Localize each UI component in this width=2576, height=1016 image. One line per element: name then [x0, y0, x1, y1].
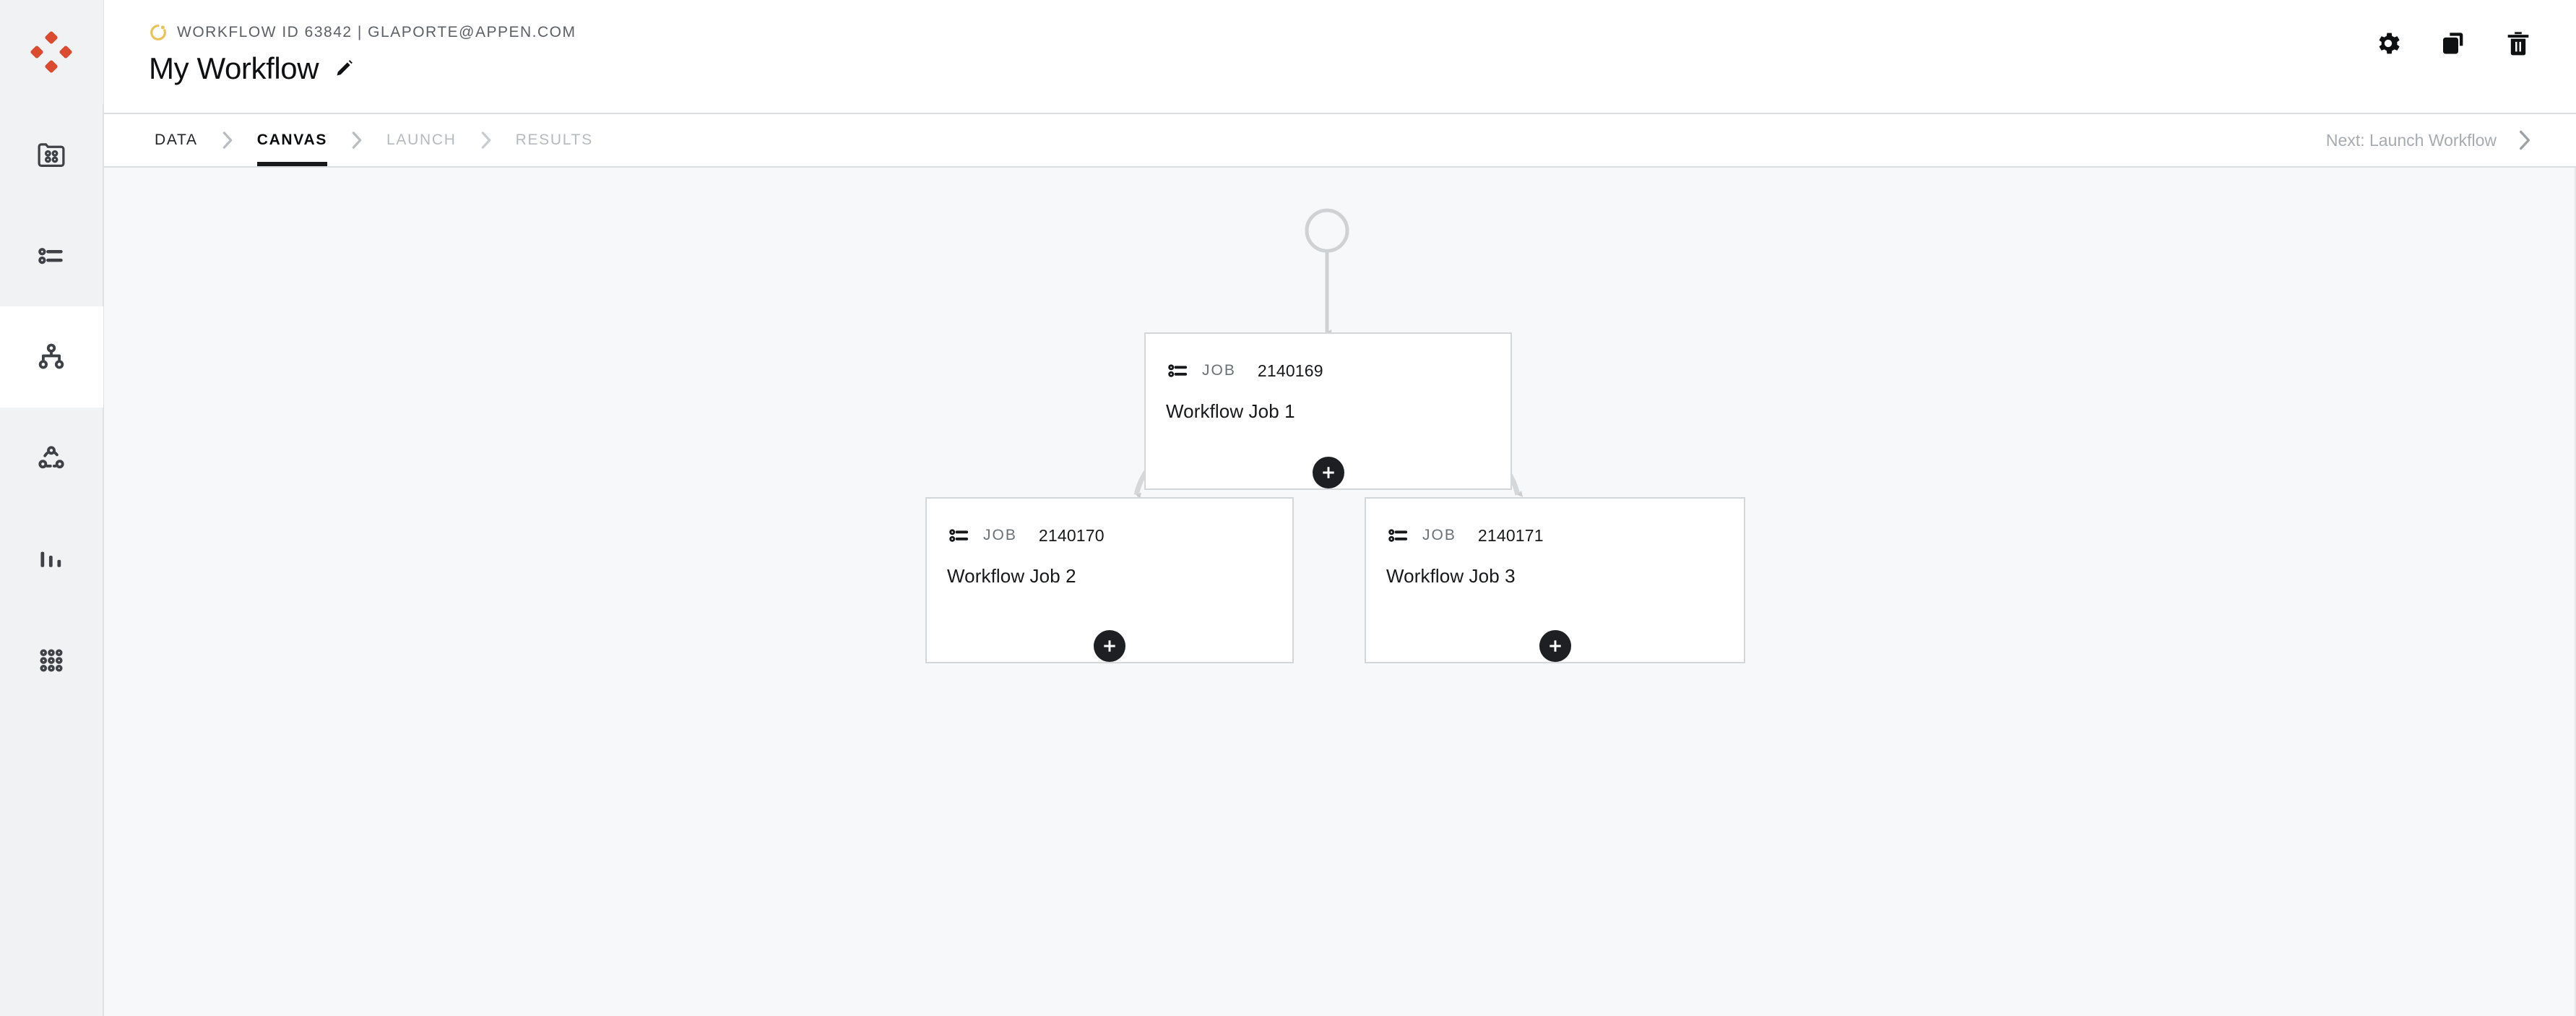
settings-button[interactable] — [2372, 27, 2404, 59]
sidebar-item-workflows[interactable] — [0, 306, 103, 408]
spinner-status-icon — [150, 25, 166, 40]
sidebar-item-jobs[interactable] — [0, 205, 103, 306]
next-step-link[interactable]: Next: Launch Workflow — [2326, 114, 2534, 166]
plus-icon — [1549, 640, 1561, 652]
workflow-meta: WORKFLOW ID 63842 | GLAPORTE@APPEN.COM — [149, 23, 576, 42]
job-list-icon — [1388, 529, 1408, 542]
chevron-right-icon — [2519, 130, 2530, 150]
main-area: WORKFLOW ID 63842 | GLAPORTE@APPEN.COM M… — [104, 0, 2576, 1016]
tab-data[interactable]: DATA — [149, 114, 204, 166]
node-header: JOB 2140170 — [927, 499, 1292, 548]
chevron-right-icon — [481, 132, 490, 149]
tab-canvas[interactable]: CANVAS — [251, 114, 333, 166]
sidebar-item-data[interactable] — [0, 104, 103, 205]
copy-icon — [2443, 33, 2463, 54]
add-step-button-job2[interactable] — [1094, 630, 1125, 662]
tab-results-label: RESULTS — [515, 132, 593, 148]
delete-button[interactable] — [2502, 27, 2534, 59]
appen-logo[interactable] — [0, 0, 103, 104]
sidebar-item-reports[interactable] — [0, 509, 103, 610]
sidebar-item-pipelines[interactable] — [0, 408, 103, 509]
header-actions — [2372, 27, 2534, 59]
step-separator — [333, 114, 381, 166]
appen-diamond-logo-icon — [30, 31, 72, 73]
node-name-label: Workflow Job 2 — [947, 565, 1076, 587]
workflow-node-job3[interactable]: JOB 2140171 Workflow Job 3 — [1365, 497, 1745, 663]
gear-icon — [2379, 33, 2400, 54]
next-step-label: Next: Launch Workflow — [2325, 130, 2497, 150]
step-list: DATA CANVAS LAUNCH RESULTS — [149, 114, 599, 166]
tab-launch[interactable]: LAUNCH — [381, 114, 462, 166]
workflow-node-job2[interactable]: JOB 2140170 Workflow Job 2 — [925, 497, 1294, 663]
job-list-icon — [949, 529, 969, 542]
workflow-meta-text: WORKFLOW ID 63842 | GLAPORTE@APPEN.COM — [177, 24, 576, 40]
node-id-label: 2140169 — [1257, 361, 1323, 380]
data-folder-icon — [38, 143, 65, 167]
workflow-tree-icon — [38, 343, 64, 369]
duplicate-button[interactable] — [2437, 27, 2469, 59]
page-title: My Workflow — [149, 51, 319, 85]
sidebar-item-apps[interactable] — [0, 610, 103, 711]
chevron-right-icon — [222, 132, 233, 149]
node-kind-label: JOB — [1202, 362, 1236, 379]
add-step-button-job3[interactable] — [1539, 630, 1571, 662]
tab-results[interactable]: RESULTS — [510, 114, 599, 166]
tab-launch-label: LAUNCH — [386, 132, 457, 148]
node-id-label: 2140170 — [1038, 525, 1105, 545]
workflow-stepbar: DATA CANVAS LAUNCH RESULTS Next: Launch … — [104, 114, 2576, 168]
edit-title-button[interactable] — [332, 56, 356, 81]
header-left: WORKFLOW ID 63842 | GLAPORTE@APPEN.COM M… — [104, 23, 576, 84]
bar-chart-icon — [40, 551, 61, 567]
workflow-title-row: My Workflow — [149, 53, 576, 84]
plus-icon — [1322, 467, 1334, 478]
node-kind-label: JOB — [1422, 527, 1456, 543]
left-nav-rail — [0, 0, 104, 1016]
trash-icon — [2507, 32, 2529, 56]
add-step-button-job1[interactable] — [1312, 457, 1344, 488]
plus-icon — [1104, 640, 1115, 652]
tab-canvas-label: CANVAS — [256, 132, 328, 148]
workflow-node-job1[interactable]: JOB 2140169 Workflow Job 1 — [1144, 332, 1512, 490]
grid-dots-icon — [40, 649, 63, 672]
workflow-canvas[interactable]: JOB 2140169 Workflow Job 1 JOB 2140170 W… — [104, 168, 2576, 1016]
node-header: JOB 2140169 — [1146, 334, 1510, 383]
node-id-label: 2140171 — [1477, 525, 1544, 545]
connector-layer — [1133, 208, 1523, 499]
node-name-label: Workflow Job 1 — [1166, 400, 1295, 422]
jobs-list-icon — [38, 248, 63, 264]
page-header: WORKFLOW ID 63842 | GLAPORTE@APPEN.COM M… — [104, 0, 2576, 114]
step-separator — [462, 114, 510, 166]
chevron-right-icon — [352, 132, 362, 149]
tab-data-label: DATA — [155, 132, 198, 148]
workflow-canvas-page: WORKFLOW ID 63842 | GLAPORTE@APPEN.COM M… — [0, 0, 2576, 1016]
step-separator — [204, 114, 251, 166]
start-circle-node — [1305, 208, 1349, 253]
rail-items — [0, 104, 103, 711]
node-name-label: Workflow Job 3 — [1386, 565, 1516, 587]
node-kind-label: JOB — [983, 527, 1017, 543]
dashed-circle-nodes-icon — [38, 446, 64, 469]
pencil-icon — [337, 60, 353, 76]
job-list-icon — [1168, 364, 1188, 377]
node-header: JOB 2140171 — [1366, 499, 1744, 548]
